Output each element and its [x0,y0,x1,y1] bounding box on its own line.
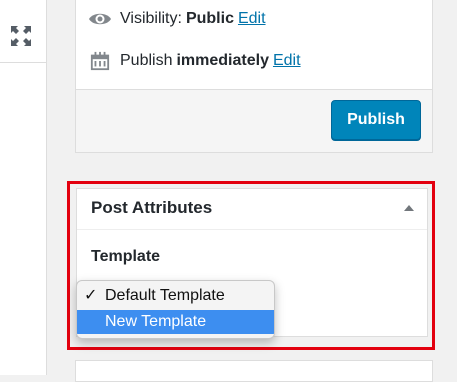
visibility-label: Visibility: [120,10,182,27]
visibility-row: Visibility: Public Edit [88,9,266,29]
template-option-new[interactable]: New Template [77,310,274,334]
template-label: Template [91,248,161,265]
visibility-value: Public [185,10,234,27]
toolbar-divider [0,62,46,63]
post-attributes-title: Post Attributes [91,198,213,217]
eye-icon [89,13,111,25]
post-attributes-header[interactable]: Post Attributes [77,189,427,230]
option-label: Default Template [105,287,225,304]
caret-up-icon[interactable] [403,203,415,213]
template-dropdown[interactable]: ✓ Default Template New Template [76,280,275,339]
publish-button[interactable]: Publish [331,100,421,140]
publish-label: Publish [120,52,173,69]
left-toolbar [0,0,47,375]
checkmark-icon: ✓ [84,287,98,304]
visibility-edit-link[interactable]: Edit [238,10,266,28]
expand-icon[interactable] [10,25,32,47]
option-label: New Template [105,313,207,330]
publish-edit-link[interactable]: Edit [273,52,301,70]
calendar-icon [90,51,110,71]
publish-schedule-row: Publish immediately Edit [88,51,301,71]
publish-actions: Publish [76,89,432,152]
publish-value: immediately [176,52,269,69]
template-option-default[interactable]: ✓ Default Template [77,284,274,308]
next-metabox [75,360,433,382]
publish-box: Visibility: Public Edit Publish immediat… [75,0,433,153]
